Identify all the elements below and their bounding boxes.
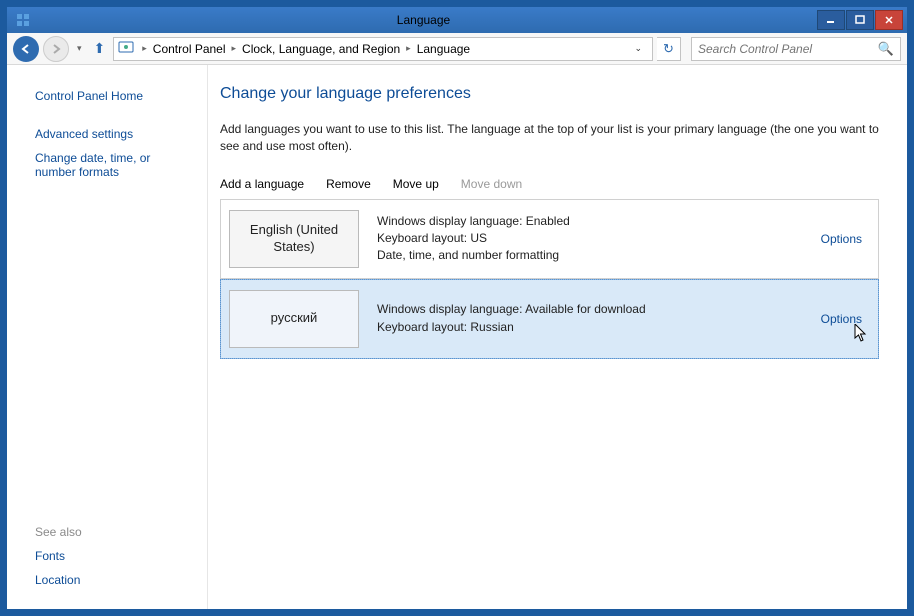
close-button[interactable] — [875, 10, 903, 30]
search-input[interactable] — [698, 42, 878, 56]
main-panel: Change your language preferences Add lan… — [207, 65, 907, 609]
breadcrumb-item[interactable]: Language — [417, 42, 470, 56]
language-options-link[interactable]: Options — [821, 232, 862, 246]
sidebar-link-formats[interactable]: Change date, time, or number formats — [35, 151, 191, 179]
navbar: ▾ ⬆ ▸ Control Panel ▸ Clock, Language, a… — [7, 33, 907, 65]
window: Language ▾ ⬆ ▸ Control Panel ▸ Clock, La… — [6, 6, 908, 610]
sidebar: Control Panel Home Advanced settings Cha… — [7, 65, 207, 609]
language-name-box: русский — [229, 290, 359, 348]
sidebar-link-advanced[interactable]: Advanced settings — [35, 127, 191, 141]
language-options-link[interactable]: Options — [821, 312, 862, 326]
language-detail-line: Windows display language: Available for … — [377, 301, 821, 318]
breadcrumb[interactable]: ▸ Control Panel ▸ Clock, Language, and R… — [113, 37, 653, 61]
chevron-right-icon: ▸ — [228, 43, 241, 54]
remove-link[interactable]: Remove — [326, 177, 371, 191]
sidebar-link-location[interactable]: Location — [35, 573, 191, 587]
forward-button[interactable] — [43, 36, 69, 62]
sidebar-link-fonts[interactable]: Fonts — [35, 549, 191, 563]
search-icon[interactable]: 🔍 — [878, 41, 894, 57]
language-detail-line: Windows display language: Enabled — [377, 213, 821, 230]
add-language-link[interactable]: Add a language — [220, 177, 304, 191]
control-panel-icon — [118, 39, 134, 58]
maximize-button[interactable] — [846, 10, 874, 30]
app-icon — [15, 12, 31, 28]
page-description: Add languages you want to use to this li… — [220, 121, 879, 155]
minimize-button[interactable] — [817, 10, 845, 30]
language-details: Windows display language: Enabled Keyboa… — [359, 213, 821, 265]
language-detail-line: Keyboard layout: Russian — [377, 319, 821, 336]
titlebar: Language — [7, 7, 907, 33]
window-title: Language — [31, 13, 816, 27]
language-list: English (United States) Windows display … — [220, 199, 879, 359]
history-dropdown-icon[interactable]: ▾ — [73, 43, 86, 54]
move-up-link[interactable]: Move up — [393, 177, 439, 191]
see-also-label: See also — [35, 525, 191, 539]
refresh-button[interactable]: ↻ — [657, 37, 681, 61]
breadcrumb-dropdown-icon[interactable]: ⌄ — [628, 43, 648, 54]
language-row[interactable]: русский Windows display language: Availa… — [220, 279, 879, 359]
page-title: Change your language preferences — [220, 85, 879, 103]
cursor-icon — [854, 324, 868, 342]
language-details: Windows display language: Available for … — [359, 301, 821, 336]
titlebar-controls — [816, 10, 903, 30]
language-detail-line: Date, time, and number formatting — [377, 247, 821, 264]
language-row[interactable]: English (United States) Windows display … — [220, 199, 879, 279]
language-name-box: English (United States) — [229, 210, 359, 268]
content-area: Control Panel Home Advanced settings Cha… — [7, 65, 907, 609]
action-bar: Add a language Remove Move up Move down — [220, 177, 879, 191]
sidebar-home-link[interactable]: Control Panel Home — [35, 89, 191, 103]
chevron-right-icon: ▸ — [138, 43, 151, 54]
search-box[interactable]: 🔍 — [691, 37, 901, 61]
language-detail-line: Keyboard layout: US — [377, 230, 821, 247]
up-button[interactable]: ⬆ — [90, 40, 110, 57]
chevron-right-icon: ▸ — [402, 43, 415, 54]
move-down-link: Move down — [461, 177, 522, 191]
breadcrumb-item[interactable]: Control Panel — [153, 42, 226, 56]
breadcrumb-item[interactable]: Clock, Language, and Region — [242, 42, 400, 56]
back-button[interactable] — [13, 36, 39, 62]
